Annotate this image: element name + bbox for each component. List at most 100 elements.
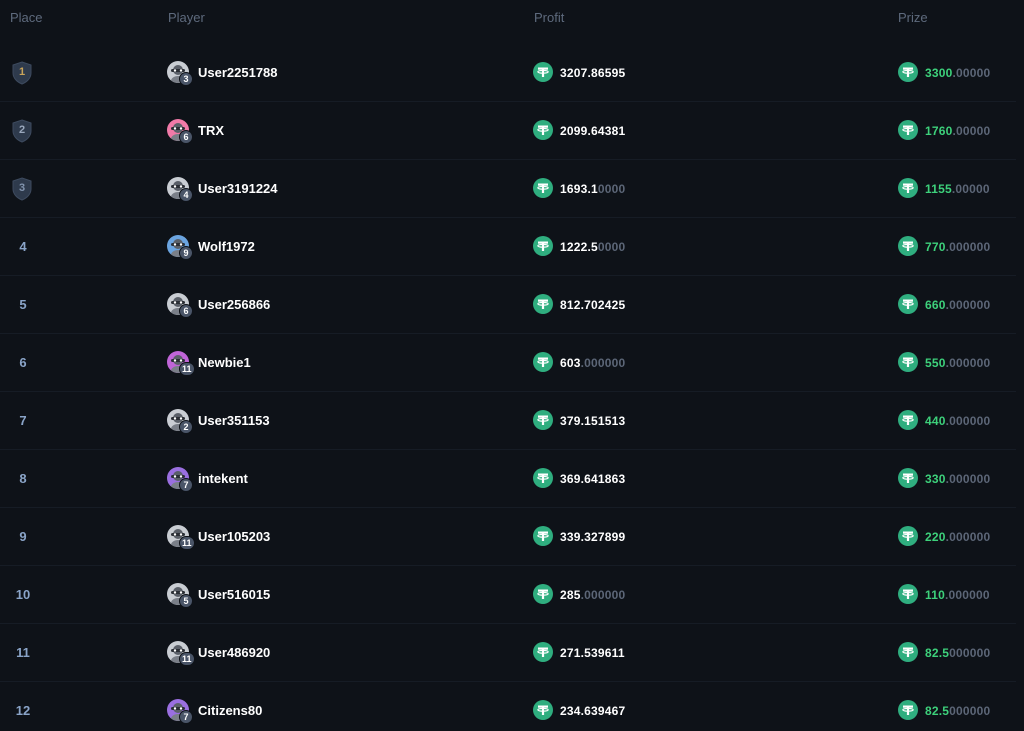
prize-decimals: .00000 xyxy=(952,124,991,138)
tether-coin-icon xyxy=(898,352,918,372)
table-row[interactable]: 5 6 User256866 812.702425 660.000000 xyxy=(0,276,1016,334)
tether-coin-icon xyxy=(898,294,918,314)
profit-amount: 1222.50000 xyxy=(560,240,625,254)
prize-decimals: .000000 xyxy=(944,588,990,602)
level-badge: 6 xyxy=(179,130,193,144)
header-profit: Profit xyxy=(534,10,565,25)
table-row[interactable]: 1 3 User2251788 3207.86595 3300.00000 xyxy=(0,44,1016,102)
place-number: 2 xyxy=(18,124,26,136)
prize-value: 82.5 xyxy=(925,646,950,660)
profit-amount: 379.151513 xyxy=(560,414,625,428)
place-number: 1 xyxy=(18,66,26,78)
level-badge: 7 xyxy=(179,478,193,492)
prize-value: 770 xyxy=(925,240,946,254)
place-number: 5 xyxy=(19,297,27,312)
profit-amount: 369.641863 xyxy=(560,472,625,486)
player-name[interactable]: User3191224 xyxy=(198,181,278,196)
tether-coin-icon xyxy=(898,526,918,546)
level-badge: 6 xyxy=(179,304,193,318)
prize-value: 110 xyxy=(925,588,945,602)
prize-decimals: .00000 xyxy=(952,66,991,80)
prize-amount: 1760.00000 xyxy=(925,124,990,138)
profit-value: 3207.86595 xyxy=(560,66,626,80)
table-row[interactable]: 11 11 User486920 271.539611 82.5000000 xyxy=(0,624,1016,682)
profit-decimals: 0000 xyxy=(597,240,626,254)
profit-value: 285 xyxy=(560,588,581,602)
place-number: 6 xyxy=(19,355,27,370)
prize-value: 82.5 xyxy=(925,704,950,718)
tether-coin-icon xyxy=(533,410,553,430)
prize-decimals: .000000 xyxy=(945,472,991,486)
player-name[interactable]: User105203 xyxy=(198,529,270,544)
tether-coin-icon xyxy=(898,642,918,662)
table-row[interactable]: 2 6 TRX 2099.64381 1760.00000 xyxy=(0,102,1016,160)
profit-value: 1693.1 xyxy=(560,182,598,196)
player-name[interactable]: Wolf1972 xyxy=(198,239,255,254)
tether-coin-icon xyxy=(898,468,918,488)
profit-amount: 812.702425 xyxy=(560,298,625,312)
prize-decimals: 000000 xyxy=(949,646,991,660)
level-badge: 7 xyxy=(179,710,193,724)
tether-coin-icon xyxy=(898,178,918,198)
prize-amount: 110.000000 xyxy=(925,588,990,602)
leaderboard-rows: 1 3 User2251788 3207.86595 3300.00000 2 6 TRX 20… xyxy=(0,44,1016,731)
place-cell: 8 xyxy=(11,467,33,491)
place-number: 4 xyxy=(19,239,27,254)
profit-value: 379.151513 xyxy=(560,414,626,428)
leaderboard: Place Player Profit Prize 1 3 User2251788 3… xyxy=(0,0,1024,731)
profit-amount: 3207.86595 xyxy=(560,66,625,80)
profit-decimals: 0000 xyxy=(597,182,626,196)
prize-decimals: .000000 xyxy=(945,240,991,254)
player-name[interactable]: intekent xyxy=(198,471,248,486)
profit-decimals: .000000 xyxy=(580,356,626,370)
table-row[interactable]: 10 5 User516015 285.000000 110.000000 xyxy=(0,566,1016,624)
place-cell: 5 xyxy=(11,293,33,317)
tether-coin-icon xyxy=(533,120,553,140)
profit-value: 339.327899 xyxy=(560,530,626,544)
level-badge: 2 xyxy=(179,420,193,434)
table-row[interactable]: 6 11 Newbie1 603.000000 550.000000 xyxy=(0,334,1016,392)
prize-amount: 3300.00000 xyxy=(925,66,990,80)
profit-value: 1222.5 xyxy=(560,240,598,254)
tether-coin-icon xyxy=(533,236,553,256)
tether-coin-icon xyxy=(533,642,553,662)
table-row[interactable]: 9 11 User105203 339.327899 220.000000 xyxy=(0,508,1016,566)
place-number: 3 xyxy=(18,182,26,194)
profit-value: 234.639467 xyxy=(560,704,626,718)
level-badge: 11 xyxy=(179,652,195,666)
tether-coin-icon xyxy=(533,352,553,372)
profit-value: 2099.64381 xyxy=(560,124,626,138)
prize-value: 440 xyxy=(925,414,946,428)
player-name[interactable]: User256866 xyxy=(198,297,270,312)
player-name[interactable]: Citizens80 xyxy=(198,703,262,718)
player-name[interactable]: User486920 xyxy=(198,645,270,660)
place-number: 12 xyxy=(15,703,31,718)
prize-value: 1155 xyxy=(925,182,952,196)
profit-amount: 234.639467 xyxy=(560,704,625,718)
player-name[interactable]: User351153 xyxy=(198,413,270,428)
player-name[interactable]: TRX xyxy=(198,123,224,138)
place-cell: 1 xyxy=(11,61,33,85)
tether-coin-icon xyxy=(898,120,918,140)
header-prize: Prize xyxy=(898,10,928,25)
place-number: 9 xyxy=(19,529,27,544)
player-name[interactable]: User516015 xyxy=(198,587,270,602)
profit-decimals: .000000 xyxy=(580,588,626,602)
place-cell: 9 xyxy=(11,525,33,549)
prize-decimals: .000000 xyxy=(945,356,991,370)
level-badge: 3 xyxy=(179,72,193,86)
table-row[interactable]: 3 4 User3191224 1693.10000 1155.00000 xyxy=(0,160,1016,218)
table-row[interactable]: 12 7 Citizens80 234.639467 82.5000000 xyxy=(0,682,1016,731)
tether-coin-icon xyxy=(898,700,918,720)
tether-coin-icon xyxy=(898,410,918,430)
level-badge: 5 xyxy=(179,594,193,608)
table-row[interactable]: 4 9 Wolf1972 1222.50000 770.000000 xyxy=(0,218,1016,276)
profit-amount: 2099.64381 xyxy=(560,124,625,138)
prize-decimals: .00000 xyxy=(951,182,990,196)
table-row[interactable]: 7 2 User351153 379.151513 440.000000 xyxy=(0,392,1016,450)
table-row[interactable]: 8 7 intekent 369.641863 330.000000 xyxy=(0,450,1016,508)
place-cell: 10 xyxy=(11,583,33,607)
player-name[interactable]: User2251788 xyxy=(198,65,278,80)
prize-amount: 770.000000 xyxy=(925,240,990,254)
player-name[interactable]: Newbie1 xyxy=(198,355,251,370)
